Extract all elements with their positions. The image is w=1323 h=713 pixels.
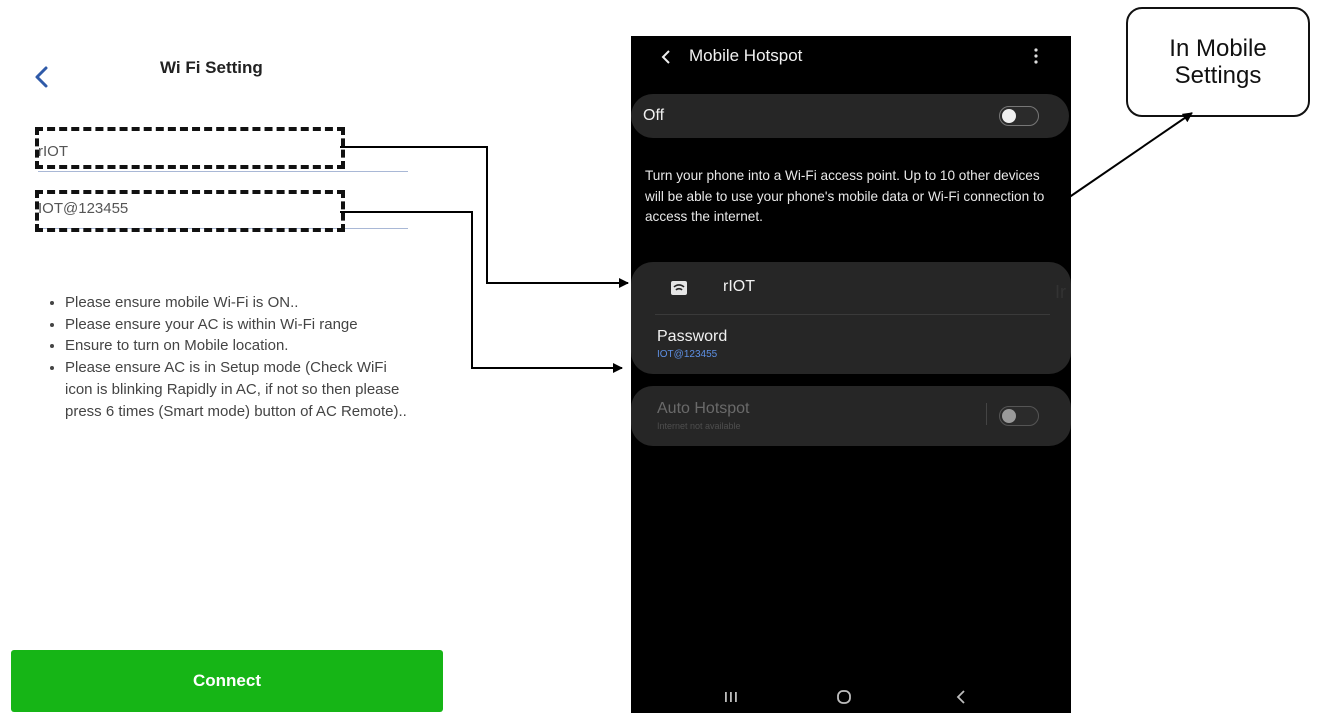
callout-arrow	[1067, 112, 1193, 199]
connector-arrows	[340, 112, 1193, 373]
password-arrow	[340, 211, 623, 373]
ssid-arrow	[340, 146, 629, 288]
